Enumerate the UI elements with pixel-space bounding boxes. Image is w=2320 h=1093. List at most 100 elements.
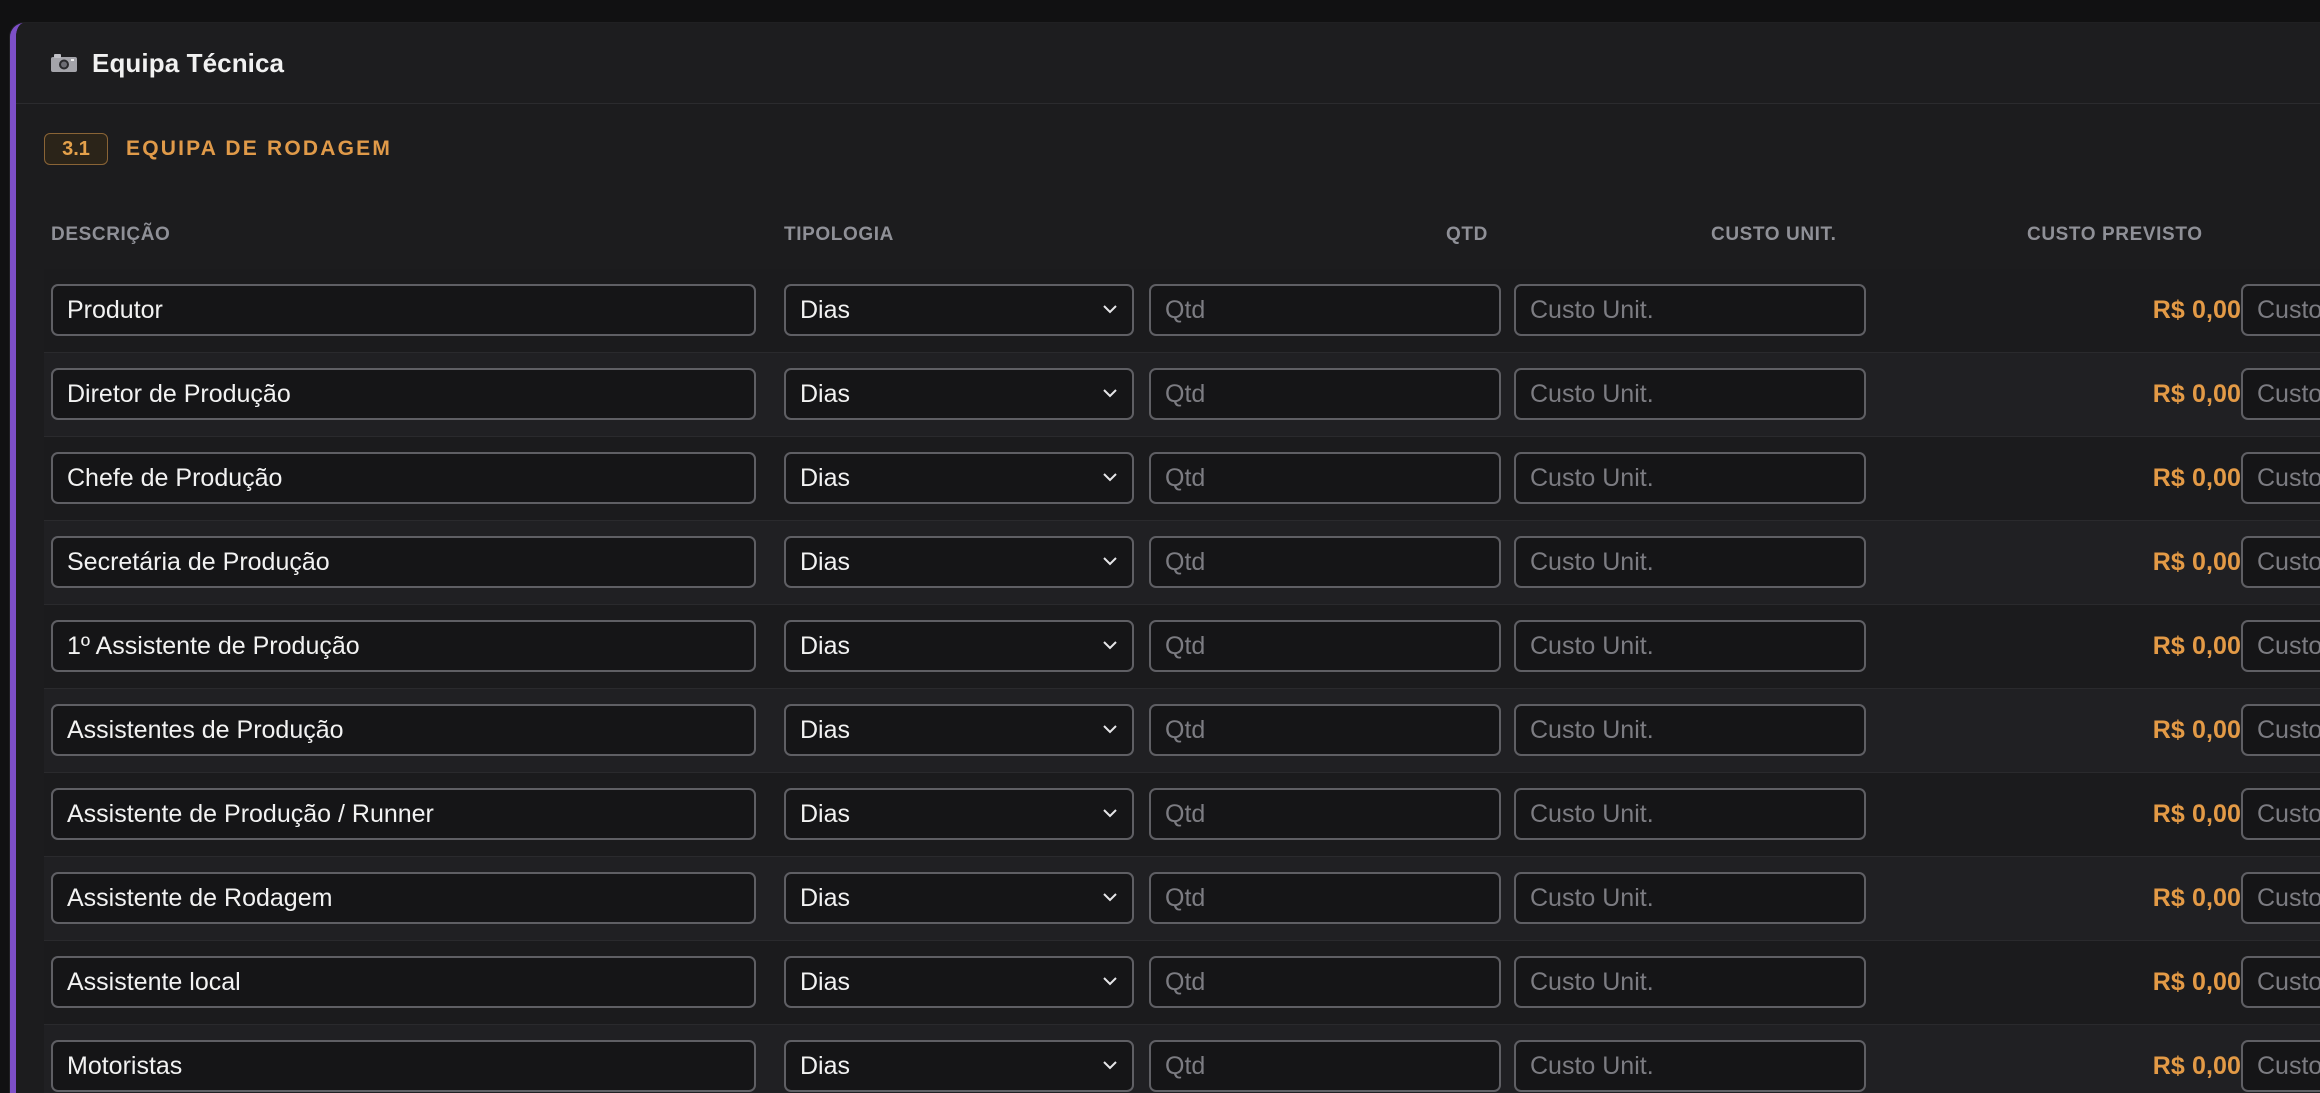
table-row: Secretária de Produção Dias Qtd Custo Un… xyxy=(44,521,2320,605)
table-row: Motoristas Dias Qtd Custo Unit. R$ 0,00 … xyxy=(44,1025,2320,1093)
custo-previsto-value: R$ 0,00 xyxy=(2152,1052,2241,1080)
tipologia-value: Dias xyxy=(800,295,851,324)
descricao-input[interactable]: Motoristas xyxy=(51,1040,756,1092)
qtd-input[interactable]: Qtd xyxy=(1149,284,1501,336)
equipa-tecnica-panel: Equipa Técnica 3.1 EQUIPA DE RODAGEM DES… xyxy=(10,23,2320,1093)
custo-unit-input[interactable]: Custo Unit. xyxy=(1514,368,1866,420)
tipologia-value: Dias xyxy=(800,379,851,408)
tipologia-select[interactable]: Dias xyxy=(784,284,1134,336)
descricao-input[interactable]: Diretor de Produção xyxy=(51,368,756,420)
table-row: Produtor Dias Qtd Custo Unit. R$ 0,00 Cu… xyxy=(44,269,2320,353)
custo-previsto-value: R$ 0,00 xyxy=(2152,884,2241,912)
qtd-input[interactable]: Qtd xyxy=(1149,788,1501,840)
custo-real-input[interactable]: Custo R xyxy=(2241,956,2320,1008)
chevron-down-icon xyxy=(1103,977,1117,986)
tipologia-select[interactable]: Dias xyxy=(784,1040,1134,1092)
descricao-input[interactable]: Produtor xyxy=(51,284,756,336)
custo-unit-input[interactable]: Custo Unit. xyxy=(1514,536,1866,588)
qtd-input[interactable]: Qtd xyxy=(1149,368,1501,420)
tipologia-value: Dias xyxy=(800,631,851,660)
custo-unit-input[interactable]: Custo Unit. xyxy=(1514,788,1866,840)
chevron-down-icon xyxy=(1103,557,1117,566)
custo-real-input[interactable]: Custo R xyxy=(2241,1040,2320,1092)
custo-real-input[interactable]: Custo R xyxy=(2241,536,2320,588)
descricao-input[interactable]: Assistente de Produção / Runner xyxy=(51,788,756,840)
chevron-down-icon xyxy=(1103,305,1117,314)
custo-real-input[interactable]: Custo R xyxy=(2241,368,2320,420)
equipa-rodagem-table: Produtor Dias Qtd Custo Unit. R$ 0,00 Cu… xyxy=(44,269,2320,1093)
descricao-input[interactable]: Assistente de Rodagem xyxy=(51,872,756,924)
table-header: DESCRIÇÃO TIPOLOGIA QTD CUSTO UNIT. CUST… xyxy=(44,213,2320,270)
custo-unit-input[interactable]: Custo Unit. xyxy=(1514,1040,1866,1092)
custo-real-input[interactable]: Custo R xyxy=(2241,284,2320,336)
header-custo-previsto: CUSTO PREVISTO xyxy=(2027,224,2203,245)
table-row: Assistente local Dias Qtd Custo Unit. R$… xyxy=(44,941,2320,1025)
descricao-input[interactable]: Assistentes de Produção xyxy=(51,704,756,756)
qtd-input[interactable]: Qtd xyxy=(1149,452,1501,504)
panel-header[interactable]: Equipa Técnica xyxy=(16,23,2320,104)
chevron-down-icon xyxy=(1103,725,1117,734)
tipologia-select[interactable]: Dias xyxy=(784,536,1134,588)
tipologia-select[interactable]: Dias xyxy=(784,956,1134,1008)
tipologia-select[interactable]: Dias xyxy=(784,368,1134,420)
tipologia-select[interactable]: Dias xyxy=(784,452,1134,504)
table-row: Assistentes de Produção Dias Qtd Custo U… xyxy=(44,689,2320,773)
table-row: 1º Assistente de Produção Dias Qtd Custo… xyxy=(44,605,2320,689)
custo-unit-input[interactable]: Custo Unit. xyxy=(1514,872,1866,924)
custo-unit-input[interactable]: Custo Unit. xyxy=(1514,620,1866,672)
header-custo-unit: CUSTO UNIT. xyxy=(1711,224,1837,245)
chevron-down-icon xyxy=(1103,893,1117,902)
tipologia-value: Dias xyxy=(800,463,851,492)
descricao-input[interactable]: Chefe de Produção xyxy=(51,452,756,504)
table-row: Assistente de Produção / Runner Dias Qtd… xyxy=(44,773,2320,857)
header-qtd: QTD xyxy=(1446,224,1488,245)
tipologia-value: Dias xyxy=(800,1051,851,1080)
chevron-down-icon xyxy=(1103,1061,1117,1070)
chevron-down-icon xyxy=(1103,389,1117,398)
custo-previsto-value: R$ 0,00 xyxy=(2152,380,2241,408)
header-descricao: DESCRIÇÃO xyxy=(51,224,171,245)
tipologia-value: Dias xyxy=(800,547,851,576)
section-header: 3.1 EQUIPA DE RODAGEM xyxy=(44,133,392,165)
custo-real-input[interactable]: Custo R xyxy=(2241,704,2320,756)
table-row: Chefe de Produção Dias Qtd Custo Unit. R… xyxy=(44,437,2320,521)
custo-unit-input[interactable]: Custo Unit. xyxy=(1514,704,1866,756)
tipologia-select[interactable]: Dias xyxy=(784,872,1134,924)
custo-previsto-value: R$ 0,00 xyxy=(2152,548,2241,576)
qtd-input[interactable]: Qtd xyxy=(1149,956,1501,1008)
tipologia-select[interactable]: Dias xyxy=(784,704,1134,756)
custo-real-input[interactable]: Custo R xyxy=(2241,620,2320,672)
section-number-badge: 3.1 xyxy=(44,133,108,165)
custo-previsto-value: R$ 0,00 xyxy=(2152,632,2241,660)
qtd-input[interactable]: Qtd xyxy=(1149,872,1501,924)
table-row: Assistente de Rodagem Dias Qtd Custo Uni… xyxy=(44,857,2320,941)
panel-title: Equipa Técnica xyxy=(92,47,285,78)
qtd-input[interactable]: Qtd xyxy=(1149,620,1501,672)
custo-unit-input[interactable]: Custo Unit. xyxy=(1514,956,1866,1008)
header-tipologia: TIPOLOGIA xyxy=(784,224,894,245)
table-row: Diretor de Produção Dias Qtd Custo Unit.… xyxy=(44,353,2320,437)
tipologia-value: Dias xyxy=(800,715,851,744)
chevron-down-icon xyxy=(1103,473,1117,482)
camera-icon xyxy=(50,53,78,73)
qtd-input[interactable]: Qtd xyxy=(1149,536,1501,588)
custo-real-input[interactable]: Custo R xyxy=(2241,452,2320,504)
descricao-input[interactable]: Assistente local xyxy=(51,956,756,1008)
custo-unit-input[interactable]: Custo Unit. xyxy=(1514,452,1866,504)
tipologia-value: Dias xyxy=(800,799,851,828)
custo-previsto-value: R$ 0,00 xyxy=(2152,716,2241,744)
custo-real-input[interactable]: Custo R xyxy=(2241,872,2320,924)
custo-unit-input[interactable]: Custo Unit. xyxy=(1514,284,1866,336)
qtd-input[interactable]: Qtd xyxy=(1149,1040,1501,1092)
tipologia-value: Dias xyxy=(800,967,851,996)
qtd-input[interactable]: Qtd xyxy=(1149,704,1501,756)
chevron-down-icon xyxy=(1103,641,1117,650)
descricao-input[interactable]: Secretária de Produção xyxy=(51,536,756,588)
custo-real-input[interactable]: Custo R xyxy=(2241,788,2320,840)
tipologia-select[interactable]: Dias xyxy=(784,788,1134,840)
tipologia-value: Dias xyxy=(800,883,851,912)
custo-previsto-value: R$ 0,00 xyxy=(2152,464,2241,492)
chevron-down-icon xyxy=(1103,809,1117,818)
tipologia-select[interactable]: Dias xyxy=(784,620,1134,672)
descricao-input[interactable]: 1º Assistente de Produção xyxy=(51,620,756,672)
